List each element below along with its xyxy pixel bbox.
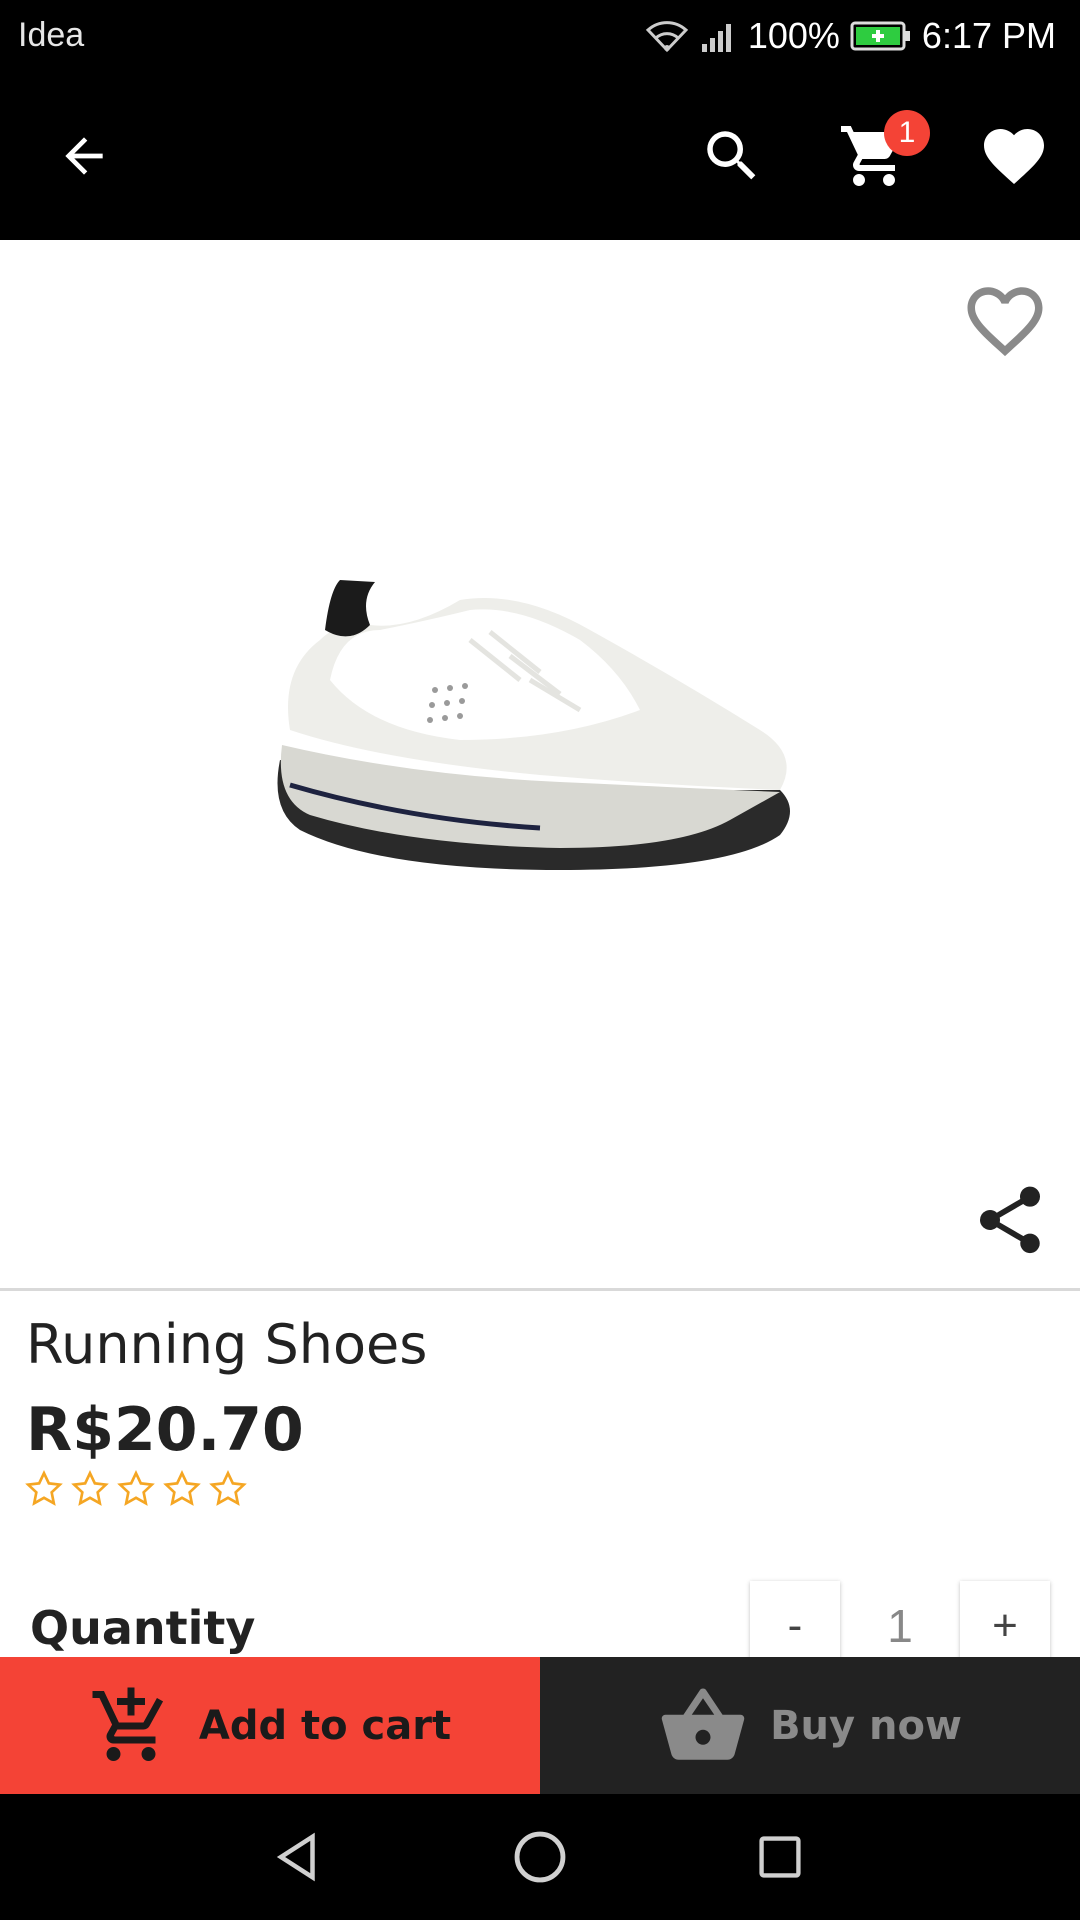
battery-percent: 100% [747, 15, 840, 56]
cart-count-badge: 1 [884, 110, 930, 156]
search-button[interactable] [678, 102, 786, 210]
add-to-cart-label: Add to cart [198, 1702, 452, 1749]
carrier-name: Idea [18, 16, 85, 54]
circle-home-icon [514, 1831, 566, 1883]
shoe-image [277, 580, 790, 870]
triangle-back-icon [276, 1832, 315, 1882]
app-bar: 1 [0, 72, 1080, 240]
star-outline-icon [209, 1470, 247, 1506]
rating-stars[interactable] [24, 1469, 248, 1509]
quantity-label: Quantity [30, 1601, 256, 1655]
product-name: Running Shoes [26, 1313, 428, 1376]
battery-icon [850, 20, 912, 52]
star-outline-icon [117, 1470, 155, 1506]
star-outline-icon [25, 1470, 63, 1506]
product-image-area [0, 240, 1080, 1288]
clock: 6:17 PM [921, 15, 1056, 56]
heart-icon [984, 129, 1044, 185]
basket-icon [661, 1687, 745, 1760]
nav-back-button[interactable] [264, 1822, 334, 1892]
star-outline-icon [163, 1470, 201, 1506]
star-outline-icon [71, 1470, 109, 1506]
wishlist-button[interactable] [960, 276, 1050, 366]
cart-button[interactable]: 1 [820, 102, 930, 210]
favorites-button[interactable] [960, 102, 1068, 210]
buy-now-button[interactable]: Buy now [540, 1657, 1080, 1794]
square-recents-icon [759, 1836, 801, 1878]
nav-home-button[interactable] [505, 1822, 575, 1892]
product-details: Running Shoes R$20.70 Quantity - 1 + [0, 1291, 1080, 1671]
action-bar: Add to cart Buy now [0, 1657, 1080, 1794]
buy-now-label: Buy now [770, 1702, 962, 1749]
status-indicators: 100% 6:17 PM [644, 12, 1056, 60]
back-arrow-icon [65, 137, 103, 175]
wifi-icon [644, 18, 690, 54]
heart-outline-icon [967, 287, 1043, 357]
share-icon [979, 1186, 1041, 1254]
signal-icon [700, 18, 738, 54]
share-button[interactable] [970, 1180, 1050, 1260]
add-to-cart-button[interactable]: Add to cart [0, 1657, 540, 1794]
search-icon [707, 131, 756, 180]
add-cart-icon [92, 1687, 163, 1761]
back-button[interactable] [30, 102, 138, 210]
product-price: R$20.70 [26, 1395, 304, 1465]
status-bar: Idea 100% 6:17 PM [0, 0, 1080, 72]
system-nav-bar [0, 1794, 1080, 1920]
nav-recents-button[interactable] [745, 1822, 815, 1892]
